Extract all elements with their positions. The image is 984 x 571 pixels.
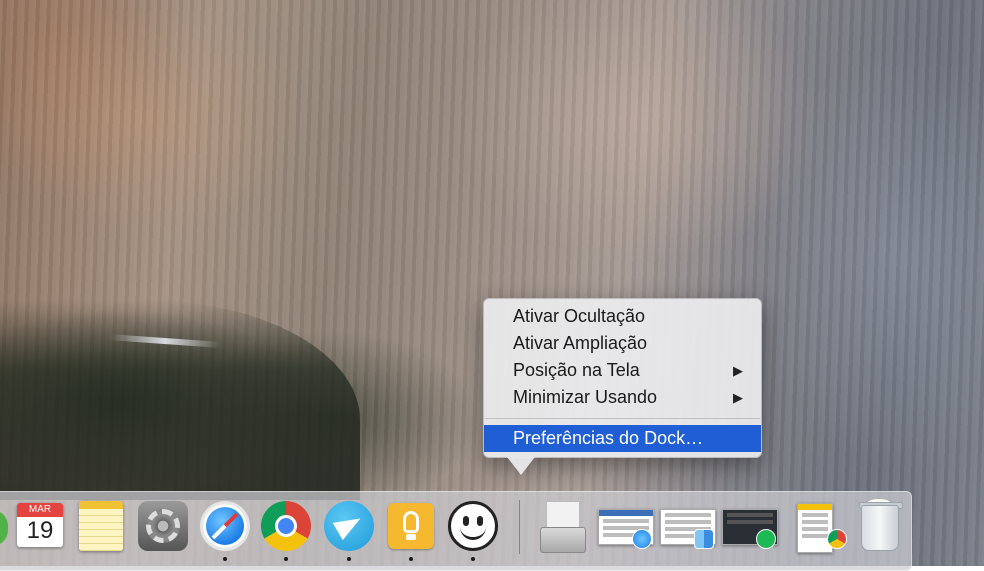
minimized-window-safari-icon[interactable] xyxy=(598,499,654,553)
chrome-badge-icon xyxy=(827,529,847,549)
safari-icon[interactable] xyxy=(198,499,252,553)
smile-icon[interactable] xyxy=(446,499,500,553)
menu-item-label: Ativar Ocultação xyxy=(513,306,646,326)
menu-item-posicao-na-tela[interactable]: Posição na Tela ▶ xyxy=(484,357,761,384)
calendar-day: 19 xyxy=(26,517,54,544)
menu-pointer-arrow xyxy=(507,457,535,475)
running-indicator xyxy=(471,557,475,561)
running-indicator xyxy=(284,557,288,561)
minimized-window-spotify-icon[interactable] xyxy=(722,499,778,553)
tips-icon[interactable] xyxy=(384,499,438,553)
calendar-month: MAR xyxy=(17,503,63,517)
dock-context-menu: Ativar Ocultação Ativar Ampliação Posiçã… xyxy=(483,298,762,458)
running-indicator xyxy=(409,557,413,561)
safari-badge-icon xyxy=(632,529,652,549)
running-indicator xyxy=(347,557,351,561)
minimized-window-finder-icon[interactable] xyxy=(660,499,716,553)
menu-item-preferencias-do-dock[interactable]: Preferências do Dock… xyxy=(484,425,761,452)
dock-divider xyxy=(519,500,520,554)
notes-icon[interactable] xyxy=(75,499,129,553)
minimized-window-chrome-icon[interactable] xyxy=(795,499,847,553)
calendar-icon[interactable]: MAR 19 xyxy=(14,499,68,553)
running-indicator xyxy=(223,557,227,561)
chrome-icon[interactable] xyxy=(259,499,313,553)
telegram-icon[interactable] xyxy=(322,499,376,553)
archive-utility-icon[interactable] xyxy=(536,499,590,553)
menu-item-label: Posição na Tela xyxy=(513,360,640,380)
submenu-arrow-icon: ▶ xyxy=(733,390,743,405)
finder-badge-icon xyxy=(694,529,714,549)
menu-item-ativar-ocultacao[interactable]: Ativar Ocultação xyxy=(484,303,761,330)
menu-separator xyxy=(485,418,760,419)
menu-item-ativar-ampliacao[interactable]: Ativar Ampliação xyxy=(484,330,761,357)
menu-item-label: Ativar Ampliação xyxy=(513,333,648,353)
menu-item-minimizar-usando[interactable]: Minimizar Usando ▶ xyxy=(484,384,761,411)
menu-item-label: Preferências do Dock… xyxy=(513,428,704,448)
system-preferences-icon[interactable] xyxy=(136,499,190,553)
trash-icon[interactable] xyxy=(853,499,907,553)
menu-item-label: Minimizar Usando xyxy=(513,387,658,407)
spotify-badge-icon xyxy=(756,529,776,549)
submenu-arrow-icon: ▶ xyxy=(733,363,743,378)
